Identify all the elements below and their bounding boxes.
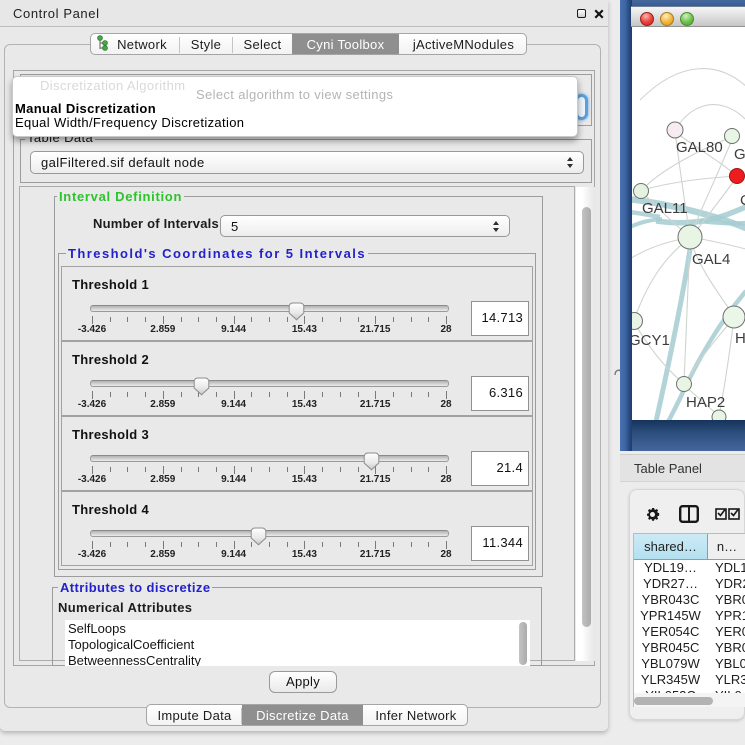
svg-text:HAP2: HAP2 bbox=[686, 394, 725, 411]
svg-text:H: H bbox=[735, 330, 745, 347]
svg-text:GAL11: GAL11 bbox=[642, 200, 688, 217]
svg-text:C: C bbox=[740, 192, 745, 209]
svg-text:GAL80: GAL80 bbox=[676, 139, 723, 156]
svg-text:GA: GA bbox=[734, 146, 745, 163]
svg-text:GAL4: GAL4 bbox=[692, 251, 730, 268]
svg-text:GCY1: GCY1 bbox=[632, 332, 670, 349]
